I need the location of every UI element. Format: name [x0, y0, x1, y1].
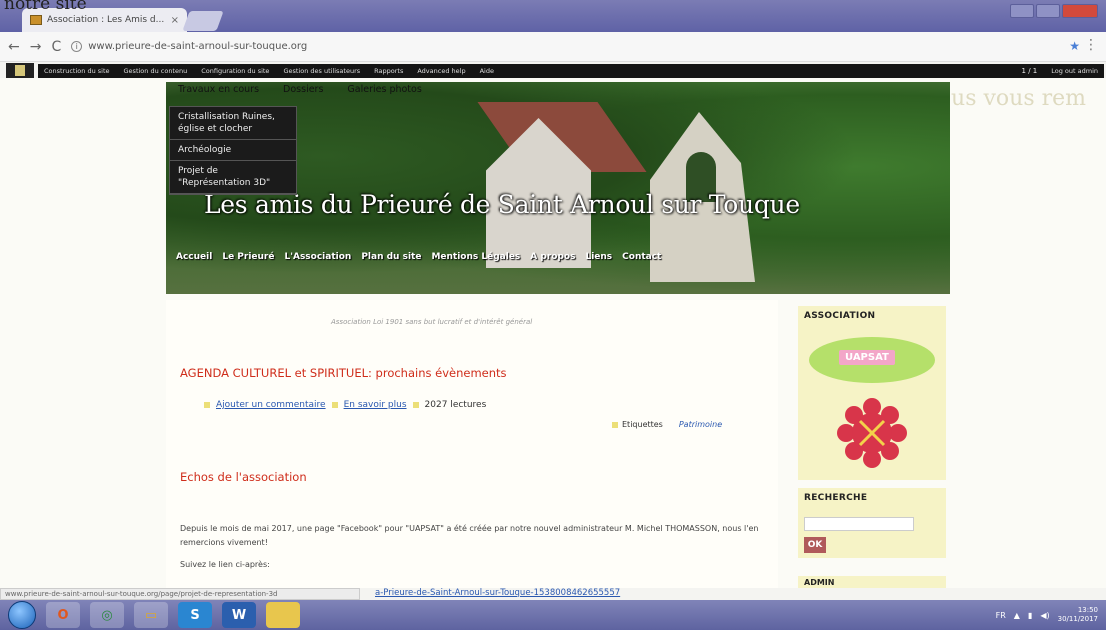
drupal-home-icon[interactable]: [6, 63, 34, 79]
minimize-button[interactable]: [1010, 4, 1034, 18]
search-block: RECHERCHE OK: [798, 488, 946, 558]
back-arrow-icon[interactable]: ←: [8, 39, 20, 55]
forward-arrow-icon[interactable]: →: [30, 39, 42, 55]
nav-plan-du-site[interactable]: Plan du site: [361, 252, 421, 262]
facebook-page-link[interactable]: a-Prieure-de-Saint-Arnoul-sur-Touque-153…: [375, 588, 620, 598]
admin-item-construction[interactable]: Construction du site: [44, 67, 110, 75]
volume-icon[interactable]: ◀): [1040, 611, 1049, 620]
read-more-link[interactable]: En savoir plus: [344, 400, 407, 410]
admin-item-users[interactable]: Gestion des utilisateurs: [283, 67, 360, 75]
tag-link-patrimoine[interactable]: Patrimoine: [679, 420, 722, 429]
skype-icon[interactable]: S: [178, 602, 212, 628]
post-title-echos[interactable]: Echos de l'association: [180, 470, 307, 484]
main-content: Association Loi 1901 sans but lucratif e…: [166, 300, 778, 588]
admin-block-heading: ADMIN: [798, 576, 946, 588]
sidebar: ASSOCIATION UAPSAT RECHERCHE OK: [798, 306, 946, 566]
user-counter: 1 / 1: [1021, 67, 1038, 75]
dropdown-item-projet-3d[interactable]: Projet de "Représentation 3D": [170, 161, 296, 194]
bookmark-star-icon[interactable]: ★: [1069, 39, 1080, 53]
maximize-button[interactable]: [1036, 4, 1060, 18]
page-viewport: a, Michel THOMASSON, nous nous vous rem …: [0, 78, 1106, 588]
system-tray: FR ▲ ▮ ◀) 13:50 30/11/2017: [996, 606, 1098, 624]
file-explorer-icon[interactable]: ▭: [134, 602, 168, 628]
echo-follow-text: Suivez le lien ci-après:: [180, 560, 270, 569]
search-input[interactable]: [804, 517, 914, 531]
read-more-bullet-icon: [331, 402, 338, 408]
browser-menu-icon[interactable]: ⋮: [1084, 37, 1098, 53]
url-text[interactable]: www.prieure-de-saint-arnoul-sur-touque.o…: [88, 41, 307, 52]
new-tab-button[interactable]: [182, 11, 224, 31]
nav-galeries-photos[interactable]: Galeries photos: [347, 84, 421, 95]
nav-liens[interactable]: Liens: [585, 252, 612, 262]
travaux-dropdown-menu: Cristallisation Ruines, église et cloche…: [169, 106, 297, 195]
secondary-navigation: Travaux en cours Dossiers Galeries photo…: [178, 84, 422, 95]
network-icon[interactable]: ▮: [1028, 611, 1032, 620]
association-heading: ASSOCIATION: [804, 311, 876, 321]
prieure-seal-logo: [834, 395, 910, 471]
dropdown-item-archeologie[interactable]: Archéologie: [170, 140, 296, 161]
close-window-button[interactable]: [1062, 4, 1098, 18]
seal-emblem-icon: [837, 398, 907, 468]
tags-label-text: Etiquettes: [622, 420, 663, 429]
admin-item-help[interactable]: Aide: [480, 67, 494, 75]
start-button[interactable]: [8, 601, 36, 629]
reload-icon[interactable]: C: [51, 39, 61, 55]
uapsat-logo[interactable]: UAPSAT: [809, 337, 935, 383]
top-scrap-text: notre site: [4, 0, 87, 14]
main-navigation: Accueil Le Prieuré L'Association Plan du…: [176, 252, 661, 262]
post-title-agenda[interactable]: AGENDA CULTUREL et SPIRITUEL: prochains …: [180, 366, 507, 380]
admin-toolbar: Construction du site Gestion du contenu …: [38, 64, 1104, 78]
clock-date: 30/11/2017: [1057, 615, 1098, 623]
tag-bullet-icon: [612, 421, 618, 428]
admin-item-advanced-help[interactable]: Advanced help: [417, 67, 465, 75]
reads-count: 2027 lectures: [424, 400, 487, 410]
nav-a-propos[interactable]: A propos: [530, 252, 575, 262]
dropdown-item-cristallisation[interactable]: Cristallisation Ruines, église et cloche…: [170, 107, 296, 140]
tray-arrow-icon[interactable]: ▲: [1014, 611, 1020, 620]
favicon-icon: [30, 15, 42, 25]
nav-association[interactable]: L'Association: [284, 252, 351, 262]
window-controls: [1010, 4, 1098, 18]
comment-bullet-icon: [204, 402, 210, 408]
clock[interactable]: 13:50 30/11/2017: [1058, 606, 1098, 624]
browser-status-bar: www.prieure-de-saint-arnoul-sur-touque.o…: [0, 588, 360, 600]
windows-taskbar: O ◎ ▭ S W FR ▲ ▮ ◀) 13:50 30/11/2017: [0, 600, 1106, 630]
nav-contact[interactable]: Contact: [622, 252, 661, 262]
logout-link[interactable]: Log out admin: [1051, 67, 1098, 75]
info-icon[interactable]: i: [71, 41, 83, 52]
nav-travaux-en-cours[interactable]: Travaux en cours: [178, 84, 259, 95]
url-field[interactable]: i www.prieure-de-saint-arnoul-sur-touque…: [71, 41, 307, 52]
admin-item-reports[interactable]: Rapports: [374, 67, 403, 75]
add-comment-link[interactable]: Ajouter un commentaire: [216, 400, 326, 410]
browser-tab-bar: Association : Les Amis d... ×: [0, 0, 1106, 32]
nav-dossiers[interactable]: Dossiers: [283, 84, 323, 95]
site-tagline: Association Loi 1901 sans but lucratif e…: [331, 318, 533, 326]
tab-close-icon[interactable]: ×: [171, 15, 179, 26]
chrome-icon[interactable]: ◎: [90, 602, 124, 628]
nav-accueil[interactable]: Accueil: [176, 252, 212, 262]
uapsat-logo-text: UAPSAT: [839, 350, 895, 365]
tags-label: Etiquettes: [612, 420, 663, 429]
admin-item-config[interactable]: Configuration du site: [201, 67, 269, 75]
outlook-icon[interactable]: O: [46, 602, 80, 628]
tags-row: Etiquettes Patrimoine: [612, 420, 722, 429]
echo-body-text: Depuis le mois de mai 2017, une page "Fa…: [180, 524, 759, 547]
reads-bullet-icon: [412, 402, 419, 408]
nav-mentions-legales[interactable]: Mentions Légales: [431, 252, 520, 262]
search-heading: RECHERCHE: [804, 493, 868, 503]
language-indicator[interactable]: FR: [996, 611, 1006, 620]
tab-title: Association : Les Amis d...: [47, 15, 165, 25]
association-block: ASSOCIATION UAPSAT: [798, 306, 946, 480]
post-meta: Ajouter un commentaire En savoir plus 20…: [204, 400, 486, 410]
word-icon[interactable]: W: [222, 602, 256, 628]
nav-prieure[interactable]: Le Prieuré: [222, 252, 274, 262]
address-bar: ← → C i www.prieure-de-saint-arnoul-sur-…: [0, 32, 1106, 62]
folder-icon[interactable]: [266, 602, 300, 628]
clock-time: 13:50: [1077, 606, 1098, 614]
admin-item-content[interactable]: Gestion du contenu: [124, 67, 188, 75]
search-ok-button[interactable]: OK: [804, 537, 826, 553]
